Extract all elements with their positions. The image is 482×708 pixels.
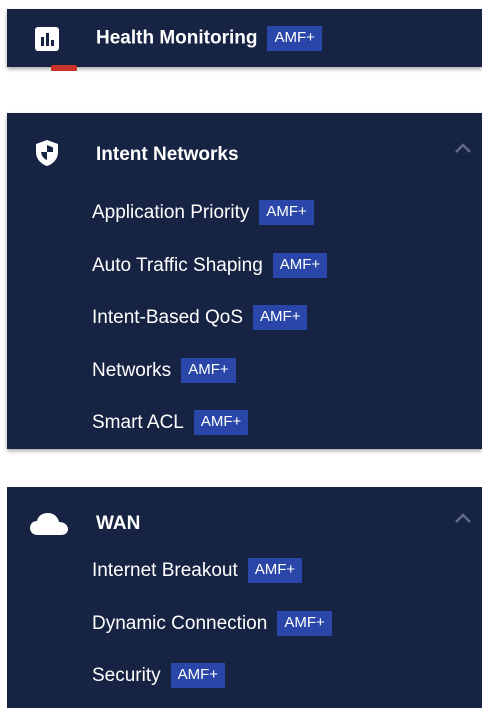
chevron-up-icon[interactable] (454, 141, 472, 155)
menu-item-dynamic-connection[interactable]: Dynamic Connection AMF+ (92, 611, 332, 636)
amf-plus-badge: AMF+ (253, 305, 308, 330)
bar-chart-icon (32, 24, 62, 54)
amf-plus-badge: AMF+ (247, 558, 303, 583)
intent-networks-header[interactable]: Intent Networks (96, 144, 239, 166)
health-monitoring-link[interactable]: Health Monitoring AMF+ (96, 26, 322, 51)
amf-plus-badge: AMF+ (272, 253, 328, 278)
wan-header[interactable]: WAN (96, 513, 140, 535)
chevron-up-icon[interactable] (454, 511, 472, 525)
menu-item-label: Security (92, 664, 161, 686)
alert-indicator (51, 65, 77, 71)
cloud-icon (29, 509, 69, 539)
amf-plus-badge: AMF+ (277, 611, 332, 636)
menu-item-label: Auto Traffic Shaping (92, 254, 263, 276)
health-monitoring-label: Health Monitoring (96, 27, 258, 49)
amf-plus-badge: AMF+ (193, 410, 249, 435)
menu-item-label: Application Priority (92, 201, 250, 223)
menu-item-label: Intent-Based QoS (92, 306, 244, 328)
intent-networks-panel: Intent Networks Application Priority AMF+… (7, 113, 482, 449)
menu-item-security[interactable]: Security AMF+ (92, 663, 226, 688)
menu-item-application-priority[interactable]: Application Priority AMF+ (92, 200, 314, 225)
menu-item-auto-traffic-shaping[interactable]: Auto Traffic Shaping AMF+ (92, 253, 328, 278)
menu-item-label: Internet Breakout (92, 559, 238, 581)
menu-item-label: Networks (92, 359, 172, 381)
menu-item-label: Smart ACL (92, 411, 184, 433)
shield-icon (32, 138, 62, 168)
amf-plus-badge: AMF+ (181, 358, 236, 383)
menu-item-internet-breakout[interactable]: Internet Breakout AMF+ (92, 558, 303, 583)
menu-item-label: Dynamic Connection (92, 612, 268, 634)
menu-item-smart-acl[interactable]: Smart ACL AMF+ (92, 410, 249, 435)
amf-plus-badge: AMF+ (259, 200, 314, 225)
wan-panel: WAN Internet Breakout AMF+ Dynamic Connec… (7, 487, 482, 708)
amf-plus-badge: AMF+ (267, 26, 322, 51)
amf-plus-badge: AMF+ (170, 663, 226, 688)
menu-item-networks[interactable]: Networks AMF+ (92, 358, 236, 383)
health-monitoring-panel: Health Monitoring AMF+ (7, 9, 482, 71)
menu-item-intent-based-qos[interactable]: Intent-Based QoS AMF+ (92, 305, 308, 330)
